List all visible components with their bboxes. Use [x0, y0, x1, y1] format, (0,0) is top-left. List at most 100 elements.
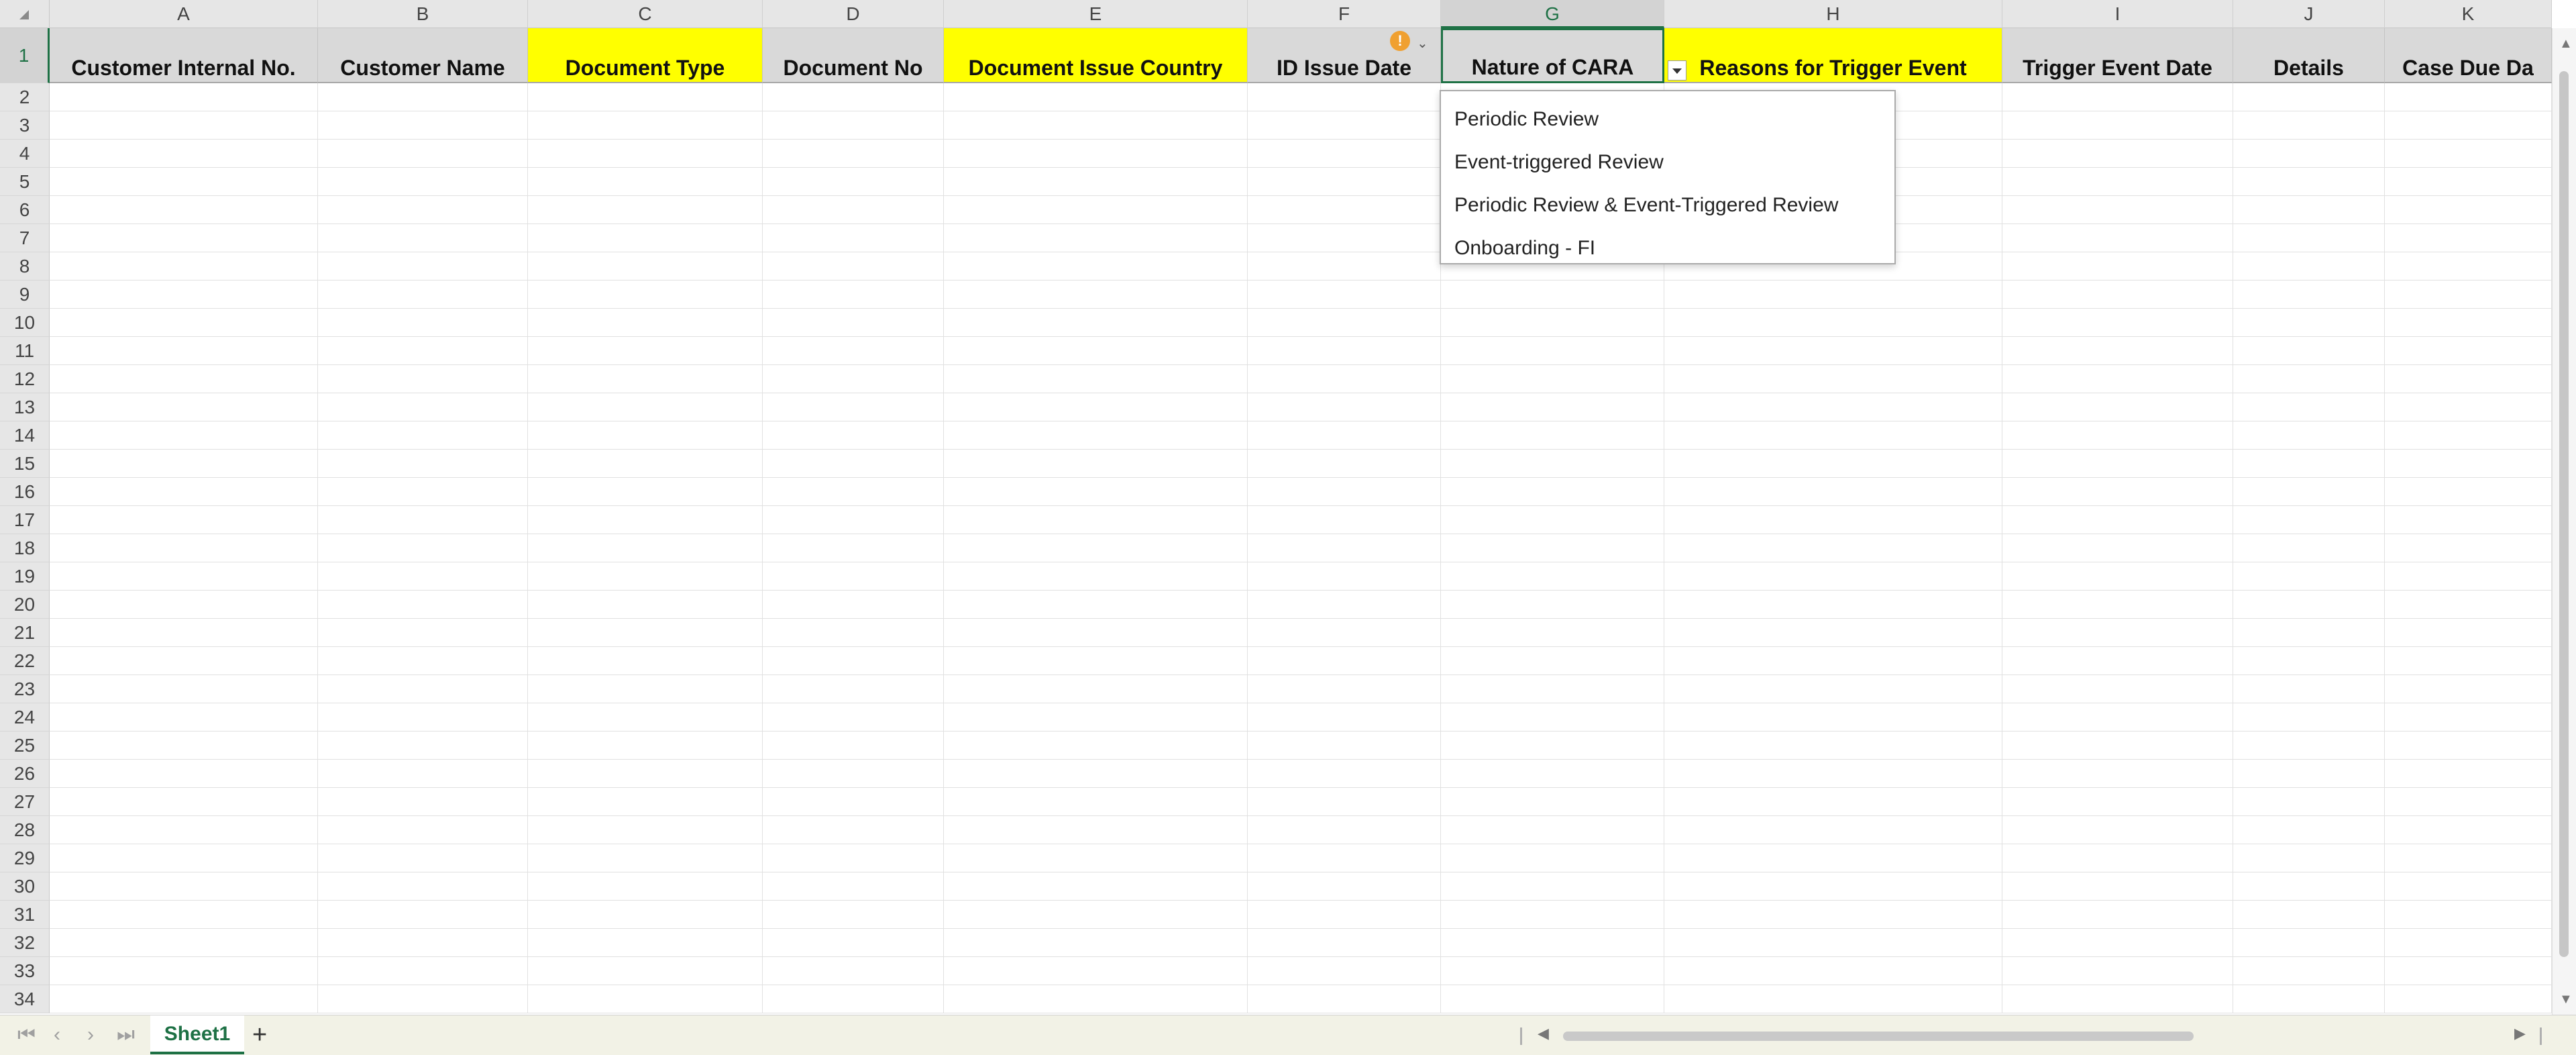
cell[interactable]	[528, 337, 763, 365]
cell[interactable]	[2385, 957, 2552, 985]
cell[interactable]	[318, 901, 528, 929]
cell[interactable]	[2002, 985, 2233, 1013]
header-cell[interactable]: Case Due Da	[2385, 28, 2552, 83]
cell[interactable]	[50, 478, 318, 506]
cell[interactable]	[2385, 337, 2552, 365]
header-cell[interactable]: Customer Internal No.	[50, 28, 318, 83]
cell[interactable]	[2385, 393, 2552, 421]
cell[interactable]	[2002, 619, 2233, 647]
cell[interactable]	[1441, 450, 1664, 478]
cell[interactable]	[2233, 252, 2385, 281]
cell[interactable]	[2002, 562, 2233, 591]
cell[interactable]	[50, 309, 318, 337]
cell[interactable]	[944, 140, 1248, 168]
cell[interactable]	[528, 703, 763, 732]
cell[interactable]	[50, 450, 318, 478]
cell[interactable]	[944, 844, 1248, 872]
cell[interactable]	[318, 562, 528, 591]
cell[interactable]	[2233, 111, 2385, 140]
cell[interactable]	[1664, 703, 2002, 732]
cell[interactable]	[50, 901, 318, 929]
cell[interactable]	[1441, 703, 1664, 732]
cell[interactable]	[763, 647, 944, 675]
cell[interactable]	[2385, 196, 2552, 224]
cell[interactable]	[318, 732, 528, 760]
cell[interactable]	[2385, 111, 2552, 140]
cell[interactable]	[1248, 562, 1441, 591]
cell[interactable]	[1664, 732, 2002, 760]
cell[interactable]	[2002, 703, 2233, 732]
cell[interactable]	[2385, 506, 2552, 534]
cell[interactable]	[1441, 337, 1664, 365]
cell[interactable]	[944, 901, 1248, 929]
cell[interactable]	[2233, 985, 2385, 1013]
cell[interactable]	[1248, 929, 1441, 957]
cell[interactable]	[1441, 478, 1664, 506]
cell[interactable]	[2385, 168, 2552, 196]
column-header[interactable]: F	[1248, 0, 1441, 28]
cell[interactable]	[50, 675, 318, 703]
cell[interactable]	[763, 393, 944, 421]
cell[interactable]	[1248, 872, 1441, 901]
cell[interactable]	[1664, 872, 2002, 901]
cell[interactable]	[763, 816, 944, 844]
cell[interactable]	[528, 647, 763, 675]
cell[interactable]	[1441, 647, 1664, 675]
header-cell[interactable]: Reasons for Trigger Event	[1664, 28, 2002, 83]
cell[interactable]	[2002, 872, 2233, 901]
cell[interactable]	[1441, 957, 1664, 985]
cell[interactable]	[763, 478, 944, 506]
cell[interactable]	[50, 140, 318, 168]
cell[interactable]	[318, 450, 528, 478]
scroll-right-icon[interactable]: ▶	[2514, 1025, 2526, 1042]
dropdown-option[interactable]: Onboarding - FI	[1441, 227, 1894, 270]
cell[interactable]	[50, 252, 318, 281]
cell[interactable]	[1248, 140, 1441, 168]
cell[interactable]	[318, 844, 528, 872]
row-header[interactable]: 1	[0, 28, 50, 83]
cell[interactable]	[50, 929, 318, 957]
cell[interactable]	[2002, 252, 2233, 281]
column-header[interactable]: A	[50, 0, 318, 28]
cell[interactable]	[1248, 252, 1441, 281]
cell[interactable]	[50, 337, 318, 365]
row-header[interactable]: 17	[0, 506, 50, 534]
cell[interactable]	[763, 760, 944, 788]
cell[interactable]	[2002, 844, 2233, 872]
cell[interactable]	[1664, 421, 2002, 450]
cell[interactable]	[528, 506, 763, 534]
cell[interactable]	[1441, 985, 1664, 1013]
cell[interactable]	[1248, 393, 1441, 421]
cell[interactable]	[2002, 816, 2233, 844]
cell[interactable]	[944, 647, 1248, 675]
cell[interactable]	[1441, 309, 1664, 337]
cell[interactable]	[944, 365, 1248, 393]
cell[interactable]	[944, 281, 1248, 309]
cell[interactable]	[763, 450, 944, 478]
cell[interactable]	[318, 872, 528, 901]
cell[interactable]	[528, 252, 763, 281]
cell[interactable]	[2002, 506, 2233, 534]
cell[interactable]	[528, 872, 763, 901]
cell[interactable]	[944, 506, 1248, 534]
cell[interactable]	[944, 478, 1248, 506]
cell[interactable]	[2385, 309, 2552, 337]
cell[interactable]	[2233, 732, 2385, 760]
cell[interactable]	[2233, 957, 2385, 985]
cell[interactable]	[763, 224, 944, 252]
cell[interactable]	[944, 703, 1248, 732]
cell[interactable]	[318, 591, 528, 619]
cell[interactable]	[528, 309, 763, 337]
cell[interactable]	[2385, 421, 2552, 450]
cell[interactable]	[2233, 929, 2385, 957]
row-header[interactable]: 13	[0, 393, 50, 421]
cell[interactable]	[50, 506, 318, 534]
cell[interactable]	[2385, 929, 2552, 957]
cell[interactable]	[1248, 647, 1441, 675]
cell[interactable]	[2233, 619, 2385, 647]
cell[interactable]	[2002, 450, 2233, 478]
cell[interactable]	[2385, 872, 2552, 901]
cell[interactable]	[318, 252, 528, 281]
cell[interactable]	[50, 872, 318, 901]
row-header[interactable]: 19	[0, 562, 50, 591]
